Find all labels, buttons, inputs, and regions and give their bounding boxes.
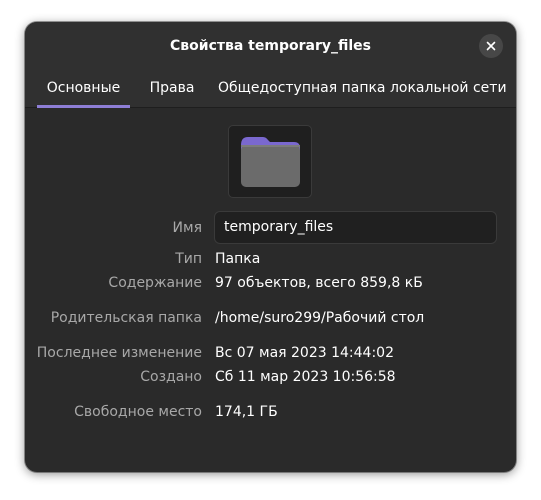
contents-label: Содержание <box>108 275 202 291</box>
tab-local-network-share[interactable]: Общедоступная папка локальной сети <box>218 70 507 108</box>
close-button[interactable] <box>479 34 503 58</box>
tab-local-network-share-label: Общедоступная папка локальной сети <box>218 80 507 96</box>
parent-folder-value[interactable]: /home/suro299/Рабочий стол <box>215 310 424 326</box>
folder-icon <box>241 137 300 187</box>
folder-icon-button[interactable] <box>228 125 312 198</box>
created-value: Сб 11 мар 2023 10:56:58 <box>215 369 396 385</box>
tab-permissions[interactable]: Права <box>142 70 202 108</box>
properties-window: Свойства temporary_files Основные Права … <box>25 22 516 472</box>
type-label: Тип <box>175 251 202 267</box>
parent-folder-label: Родительская папка <box>50 310 202 326</box>
type-value: Папка <box>215 251 261 267</box>
active-tab-indicator <box>37 105 130 108</box>
created-label: Создано <box>140 369 202 385</box>
contents-value: 97 объектов, всего 859,8 кБ <box>215 275 423 291</box>
title-bar: Свойства temporary_files <box>25 22 516 70</box>
tab-basic-label: Основные <box>46 80 121 96</box>
tab-permissions-label: Права <box>149 80 195 96</box>
window-title: Свойства temporary_files <box>170 38 371 54</box>
free-space-label: Свободное место <box>74 404 202 420</box>
name-field[interactable]: temporary_files <box>214 211 497 244</box>
modified-label: Последнее изменение <box>36 345 202 361</box>
tab-bar: Основные Права Общедоступная папка локал… <box>25 70 516 108</box>
close-icon <box>486 41 496 51</box>
modified-value: Вс 07 мая 2023 14:44:02 <box>215 345 394 361</box>
tab-basic[interactable]: Основные <box>37 70 130 108</box>
name-label: Имя <box>172 220 202 236</box>
free-space-value: 174,1 ГБ <box>215 404 278 420</box>
